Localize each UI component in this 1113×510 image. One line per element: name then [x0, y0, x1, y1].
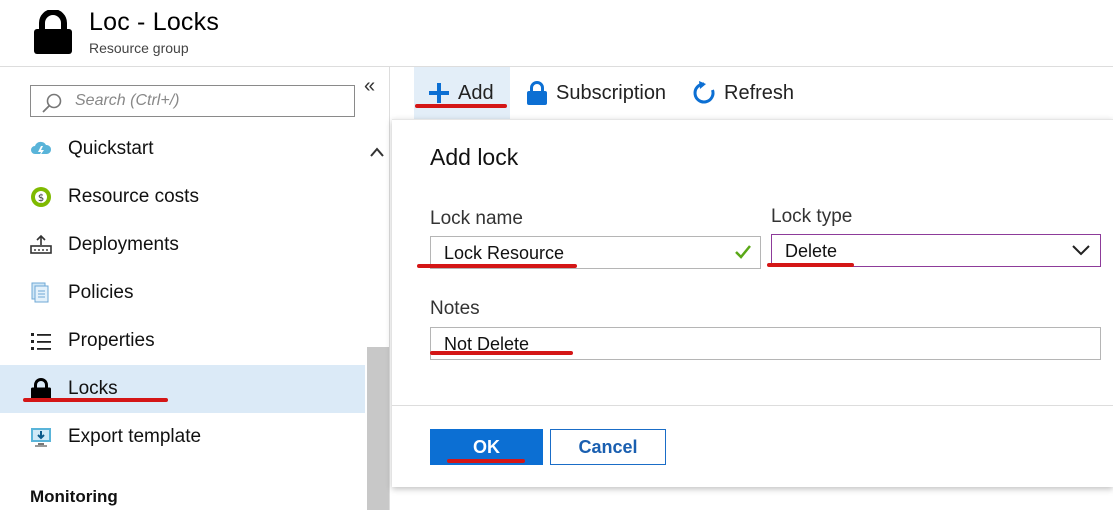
sidebar-item-label: Quickstart — [68, 138, 154, 159]
sidebar-item-quickstart[interactable]: Quickstart — [0, 125, 365, 173]
add-button-label: Add — [458, 81, 494, 104]
refresh-button-label: Refresh — [724, 81, 795, 104]
properties-list-icon — [31, 333, 51, 350]
sidebar-item-label: Properties — [68, 330, 155, 351]
deployments-icon — [30, 234, 52, 254]
refresh-button[interactable]: Refresh — [692, 67, 794, 119]
lock-icon — [34, 10, 72, 54]
cloud-lightning-icon — [31, 141, 52, 157]
policies-icon — [31, 282, 49, 303]
chevron-down-icon — [1072, 245, 1090, 256]
section-heading-monitoring: Monitoring — [30, 487, 118, 506]
subscription-button-label: Subscription — [556, 81, 667, 104]
sidebar-item-label: Export template — [68, 426, 202, 447]
collapse-sidebar-button[interactable]: « — [364, 75, 375, 98]
dialog-divider — [392, 405, 1113, 406]
svg-text:$: $ — [38, 193, 44, 204]
annotation-underline-locks — [23, 398, 168, 402]
sidebar-item-label: Deployments — [68, 234, 179, 255]
lock-type-label: Lock type — [771, 206, 853, 227]
notes-label: Notes — [430, 298, 480, 319]
page-title: Loc - Locks — [89, 8, 220, 36]
sidebar-item-resource-costs[interactable]: $ Resource costs — [0, 173, 365, 221]
sidebar-item-policies[interactable]: Policies — [0, 269, 365, 317]
sidebar-scroll-thumb[interactable] — [367, 347, 389, 510]
annotation-underline-ok — [447, 459, 525, 463]
annotation-underline-lock-name — [417, 264, 577, 268]
export-template-icon — [31, 428, 51, 447]
notes-input[interactable]: Not Delete — [430, 327, 1101, 360]
sidebar-item-label: Locks — [68, 378, 118, 399]
sidebar-item-deployments[interactable]: Deployments — [0, 221, 365, 269]
subscription-button[interactable]: Subscription — [526, 67, 666, 119]
sidebar-item-properties[interactable]: Properties — [0, 317, 365, 365]
annotation-underline-lock-type — [767, 263, 854, 267]
annotation-underline-add — [415, 104, 507, 108]
sidebar-item-export-template[interactable]: Export template — [0, 413, 365, 461]
sidebar: « Search (Ctrl+/) Quickstart $ Resource … — [0, 67, 390, 510]
cost-circle-icon: $ — [31, 187, 51, 207]
lock-icon — [31, 378, 51, 400]
command-toolbar: Add Subscription Refresh — [392, 67, 1113, 119]
lock-icon — [527, 81, 547, 105]
page-header: Loc - Locks Resource group — [0, 0, 1113, 66]
cancel-button[interactable]: Cancel — [550, 429, 666, 465]
sidebar-item-label: Resource costs — [68, 186, 199, 207]
refresh-icon — [693, 81, 715, 104]
add-button[interactable]: Add — [414, 67, 510, 119]
annotation-underline-notes — [430, 351, 573, 355]
sidebar-item-label: Policies — [68, 282, 134, 303]
page-subtitle: Resource group — [89, 40, 189, 56]
dialog-title: Add lock — [430, 144, 519, 170]
lock-name-label: Lock name — [430, 208, 523, 229]
plus-icon — [429, 83, 449, 103]
search-input[interactable]: Search (Ctrl+/) — [30, 85, 355, 117]
search-placeholder: Search (Ctrl+/) — [75, 92, 180, 109]
checkmark-icon — [735, 245, 751, 259]
add-lock-dialog: Add lock Lock name Lock Resource Lock ty… — [392, 119, 1113, 487]
lock-name-value: Lock Resource — [444, 243, 565, 263]
sidebar-item-locks[interactable]: Locks — [0, 365, 365, 413]
scroll-up-icon[interactable] — [370, 144, 384, 160]
search-icon — [42, 93, 62, 113]
lock-type-value: Delete — [785, 241, 838, 261]
